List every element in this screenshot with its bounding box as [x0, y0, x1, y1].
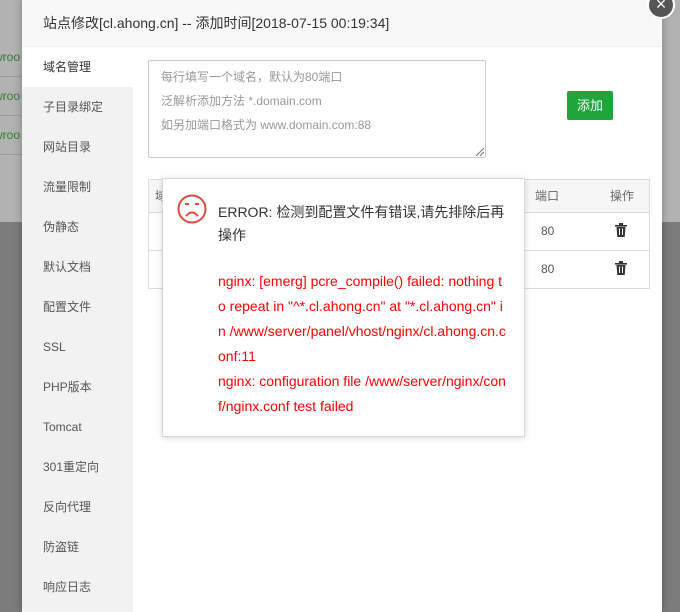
resize-grip-icon[interactable]: [476, 148, 484, 156]
error-dialog: ERROR: 检测到配置文件有错误,请先排除后再操作 nginx: [emerg…: [162, 178, 525, 437]
site-edit-modal: 站点修改[cl.ahong.cn] -- 添加时间[2018-07-15 00:…: [22, 0, 662, 612]
error-line: nginx: [emerg] pcre_compile() failed: no…: [218, 273, 506, 364]
error-detail: nginx: [emerg] pcre_compile() failed: no…: [218, 269, 508, 419]
sidebar-item-ssl[interactable]: SSL: [22, 327, 133, 367]
sidebar-item-rewrite[interactable]: 伪静态: [22, 207, 133, 247]
background-row: wroo: [0, 77, 22, 116]
sidebar-item-proxy[interactable]: 反向代理: [22, 487, 133, 527]
sidebar-item-tomcat[interactable]: Tomcat: [22, 407, 133, 447]
column-header-operation: 操作: [610, 189, 635, 203]
domain-textarea[interactable]: 每行填写一个域名，默认为80端口 泛解析添加方法 *.domain.com 如另…: [148, 60, 486, 158]
error-title: ERROR: 检测到配置文件有错误,请先排除后再操作: [218, 204, 505, 243]
background-row: wroo: [0, 116, 22, 155]
sidebar-item-log[interactable]: 响应日志: [22, 567, 133, 607]
sidebar-item-default-doc[interactable]: 默认文档: [22, 247, 133, 287]
trash-icon[interactable]: [615, 223, 627, 237]
column-header-port: 端口: [535, 189, 560, 203]
close-icon: ×: [655, 0, 667, 14]
sidebar-item-config[interactable]: 配置文件: [22, 287, 133, 327]
sidebar-item-traffic[interactable]: 流量限制: [22, 167, 133, 207]
background-row: wroo: [0, 38, 22, 77]
add-domain-button[interactable]: 添加: [567, 91, 613, 120]
sad-face-icon: [177, 194, 207, 224]
modal-title: 站点修改[cl.ahong.cn] -- 添加时间[2018-07-15 00:…: [22, 0, 662, 47]
placeholder-line: 每行填写一个域名，默认为80端口: [161, 70, 343, 84]
placeholder-line: 如另加端口格式为 www.domain.com:88: [161, 118, 372, 132]
sidebar-item-domain[interactable]: 域名管理: [22, 47, 133, 87]
port-cell: 80: [541, 262, 555, 276]
sidebar: 域名管理 子目录绑定 网站目录 流量限制 伪静态 默认文档 配置文件 SSL P…: [22, 47, 133, 612]
sidebar-item-hotlink[interactable]: 防盗链: [22, 527, 133, 567]
placeholder-line: 泛解析添加方法 *.domain.com: [161, 94, 322, 108]
sidebar-item-php[interactable]: PHP版本: [22, 367, 133, 407]
port-cell: 80: [541, 224, 555, 238]
sidebar-item-subdir[interactable]: 子目录绑定: [22, 87, 133, 127]
sidebar-item-site-dir[interactable]: 网站目录: [22, 127, 133, 167]
trash-icon[interactable]: [615, 261, 627, 275]
error-line: nginx: configuration file /www/server/ng…: [218, 373, 506, 414]
sidebar-item-redirect[interactable]: 301重定向: [22, 447, 133, 487]
